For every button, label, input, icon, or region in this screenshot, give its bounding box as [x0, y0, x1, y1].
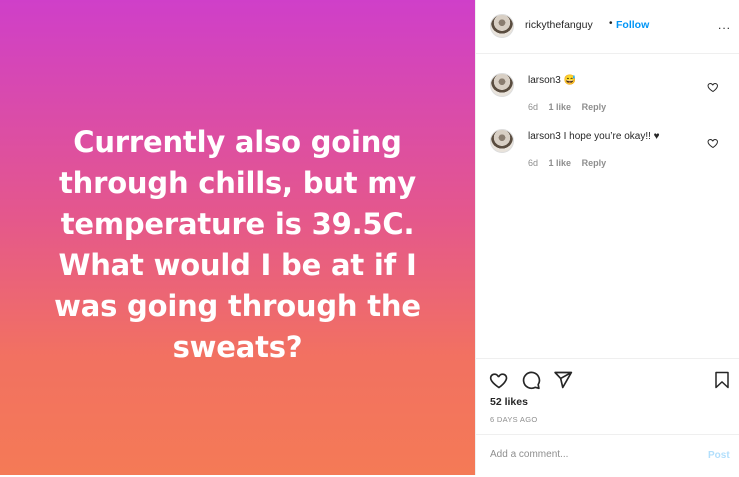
- comment-text: 😅: [563, 75, 577, 86]
- reply-button[interactable]: Reply: [582, 102, 607, 112]
- author-avatar[interactable]: [490, 14, 514, 38]
- bookmark-icon[interactable]: [713, 370, 731, 390]
- comment-age: 6d: [528, 102, 539, 112]
- comment-icon[interactable]: [521, 370, 541, 390]
- comment-likes[interactable]: 1 like: [549, 102, 572, 112]
- comment-body: larson3 I hope you’re okay!! ♥: [528, 131, 660, 142]
- comment-text: I hope you’re okay!! ♥: [563, 131, 660, 142]
- post-timestamp: 6 DAYS AGO: [490, 415, 538, 424]
- comment-username[interactable]: larson3: [528, 75, 561, 86]
- post-header: rickythefanguy • Follow ...: [476, 0, 739, 54]
- comment-username[interactable]: larson3: [528, 131, 561, 142]
- more-options-icon[interactable]: ...: [718, 18, 731, 32]
- comment-meta: 6d 1 like Reply: [528, 158, 614, 168]
- commenter-avatar[interactable]: [490, 129, 514, 153]
- post-image[interactable]: Currently also going through chills, but…: [0, 0, 475, 475]
- comment-age: 6d: [528, 158, 539, 168]
- post-text: Currently also going through chills, but…: [54, 124, 421, 364]
- follow-button[interactable]: Follow: [616, 19, 649, 31]
- post-side-panel: rickythefanguy • Follow ... larson3 😅 6d…: [475, 0, 739, 475]
- commenter-avatar[interactable]: [490, 73, 514, 97]
- post-comment-button[interactable]: Post: [708, 450, 730, 461]
- comment-body: larson3 😅: [528, 75, 576, 86]
- add-comment-input[interactable]: [490, 449, 690, 460]
- comment-likes[interactable]: 1 like: [549, 158, 572, 168]
- author-username[interactable]: rickythefanguy: [525, 19, 593, 31]
- heart-icon[interactable]: [707, 137, 719, 149]
- header-separator: •: [609, 18, 613, 29]
- comment-item: larson3 😅 6d 1 like Reply: [476, 73, 739, 113]
- share-icon[interactable]: [553, 370, 573, 390]
- comment-item: larson3 I hope you’re okay!! ♥ 6d 1 like…: [476, 129, 739, 169]
- heart-icon[interactable]: [707, 81, 719, 93]
- comment-meta: 6d 1 like Reply: [528, 102, 614, 112]
- post-actions: 52 likes 6 DAYS AGO Post: [476, 358, 739, 476]
- like-heart-icon[interactable]: [489, 370, 509, 390]
- add-comment-section: Post: [476, 434, 739, 477]
- reply-button[interactable]: Reply: [582, 158, 607, 168]
- likes-count[interactable]: 52 likes: [490, 396, 528, 408]
